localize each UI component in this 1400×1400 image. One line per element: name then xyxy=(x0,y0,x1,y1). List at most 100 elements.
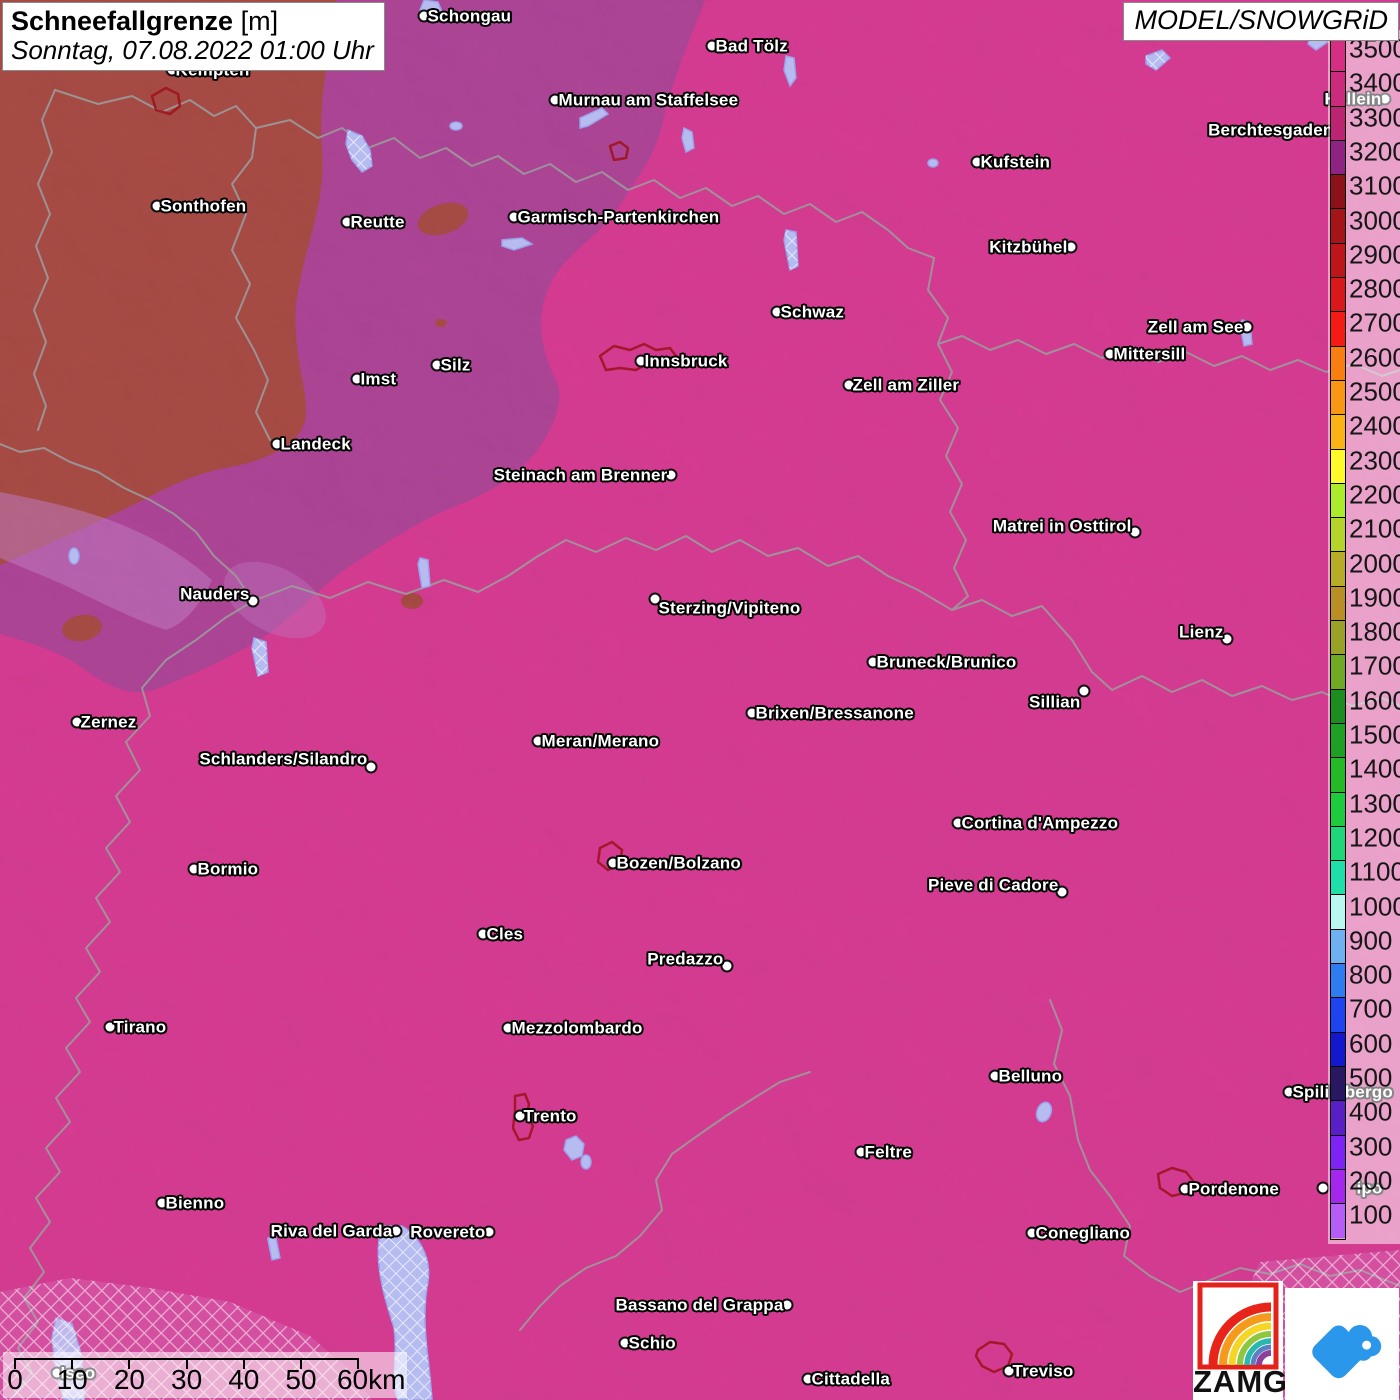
city-marker: Feltre xyxy=(855,1146,868,1159)
scalebar-label: 0 xyxy=(7,1364,23,1396)
colorbar-band xyxy=(1331,1067,1345,1101)
city-marker: Tirano xyxy=(104,1021,117,1034)
city-marker: Sterzing/Vipiteno xyxy=(649,593,662,606)
colorbar-band xyxy=(1331,1170,1345,1204)
scalebar-label: 40 xyxy=(228,1364,259,1396)
colorbar-band xyxy=(1331,1204,1345,1238)
colorbar-band xyxy=(1331,415,1345,449)
city-marker: Innsbruck xyxy=(635,355,648,368)
colorbar-label: 2200 xyxy=(1349,479,1400,510)
city-marker: Murnau am Staffelsee xyxy=(549,94,562,107)
city-label: Schwaz xyxy=(781,302,845,322)
city-label: Mezzolombardo xyxy=(512,1018,643,1038)
colorbar-label: 2600 xyxy=(1349,342,1400,373)
city-label: Kufstein xyxy=(981,152,1051,172)
city-label: Lienz xyxy=(1179,622,1223,642)
colorbar-label: 2400 xyxy=(1349,411,1400,442)
city-label: Treviso xyxy=(1013,1361,1074,1381)
city-label: Reutte xyxy=(351,212,405,232)
colorbar-band xyxy=(1331,895,1345,929)
city-marker: Reutte xyxy=(341,216,354,229)
colorbar-label: 2900 xyxy=(1349,239,1400,270)
colorbar-band xyxy=(1331,244,1345,278)
colorbar-band xyxy=(1331,450,1345,484)
colorbar-band xyxy=(1331,793,1345,827)
city-label: Imst xyxy=(361,369,397,389)
colorbar-band xyxy=(1331,724,1345,758)
city-marker: Pieve di Cadore xyxy=(1056,886,1069,899)
city-marker: Cles xyxy=(477,928,490,941)
snowgrid-map: SchongauBad TölzKemptenMurnau am Staffel… xyxy=(0,0,1400,1400)
city-marker: Zernez xyxy=(71,716,84,729)
colorbar-band xyxy=(1331,655,1345,689)
city-marker: Zell am See xyxy=(1241,321,1254,334)
city-label: Meran/Merano xyxy=(542,731,660,751)
city-marker: Silz xyxy=(431,359,444,372)
city-marker: Lienz xyxy=(1221,633,1234,646)
city-label: Bormio xyxy=(198,859,259,879)
city-label: Berchtesgaden xyxy=(1208,120,1333,140)
city-marker: Kufstein xyxy=(971,156,984,169)
city-marker: Spilimbergo xyxy=(1283,1086,1296,1099)
zamg-wordmark: ZAMG xyxy=(1193,1364,1283,1400)
colorbar-band xyxy=(1331,1033,1345,1067)
city-label: Trento xyxy=(524,1106,577,1126)
colorbar-band xyxy=(1331,758,1345,792)
colorbar-band xyxy=(1331,209,1345,243)
colorbar-label: 3200 xyxy=(1349,136,1400,167)
colorbar-label: 3400 xyxy=(1349,68,1400,99)
map-title: Schneefallgrenze [m] xyxy=(11,6,374,36)
city-label: Cortina d'Ampezzo xyxy=(962,813,1119,833)
city-label: Pordenone xyxy=(1189,1179,1280,1199)
city-label: Riva del Garda xyxy=(271,1221,393,1241)
colorbar-label: 2500 xyxy=(1349,377,1400,408)
city-label: Matrei in Osttirol xyxy=(993,516,1132,536)
city-label: Landeck xyxy=(281,434,351,454)
city-label: Sillian xyxy=(1029,692,1080,712)
colorbar-label: 300 xyxy=(1349,1131,1392,1162)
colorbar-band xyxy=(1331,1136,1345,1170)
colorbar-label: 1000 xyxy=(1349,891,1400,922)
city-label: Silz xyxy=(441,355,471,375)
colorbar-band xyxy=(1331,175,1345,209)
colorbar-label: 200 xyxy=(1349,1165,1392,1196)
city-marker: Garmisch-Partenkirchen xyxy=(508,211,521,224)
scalebar-label: 10 xyxy=(57,1364,88,1396)
colorbar-band xyxy=(1331,964,1345,998)
city-label: Pieve di Cadore xyxy=(928,875,1059,895)
colorbar-label: 700 xyxy=(1349,994,1392,1025)
colorbar-label: 1600 xyxy=(1349,685,1400,716)
city-label: Predazzo xyxy=(647,949,723,969)
city-label: Bruneck/Brunico xyxy=(877,652,1017,672)
map-datetime: Sonntag, 07.08.2022 01:00 Uhr xyxy=(11,36,374,65)
city-label: Bozen/Bolzano xyxy=(617,853,741,873)
city-marker: Schwaz xyxy=(771,306,784,319)
colorbar-band xyxy=(1331,861,1345,895)
city-marker: Mezzolombardo xyxy=(502,1022,515,1035)
colorbar-label: 3000 xyxy=(1349,205,1400,236)
city-label: Brixen/Bressanone xyxy=(756,703,914,723)
city-marker: Zell am Ziller xyxy=(843,379,856,392)
city-label: Steinach am Brenner xyxy=(494,465,668,485)
city-marker: Bormio xyxy=(188,863,201,876)
colorbar-band xyxy=(1331,141,1345,175)
city-label: Murnau am Staffelsee xyxy=(559,90,739,110)
colorbar-label: 1900 xyxy=(1349,582,1400,613)
city-label: Sonthofen xyxy=(161,196,247,216)
colorbar-band xyxy=(1331,621,1345,655)
colorbar xyxy=(1330,37,1346,1240)
city-marker: Bozen/Bolzano xyxy=(607,857,620,870)
colorbar-label: 2800 xyxy=(1349,274,1400,305)
city-marker: Bienno xyxy=(156,1197,169,1210)
colorbar-label: 3300 xyxy=(1349,102,1400,133)
colorbar-label: 600 xyxy=(1349,1028,1392,1059)
scalebar-label: 30 xyxy=(171,1364,202,1396)
mountain-logo-icon xyxy=(1285,1288,1399,1400)
city-label: Sterzing/Vipiteno xyxy=(659,598,801,618)
city-label: Mittersill xyxy=(1114,344,1186,364)
model-label: MODEL/SNOWGRiD xyxy=(1123,2,1399,41)
colorbar-band xyxy=(1331,930,1345,964)
city-marker: Trento xyxy=(514,1110,527,1123)
colorbar-label: 1200 xyxy=(1349,822,1400,853)
colorbar-label: 1100 xyxy=(1349,857,1400,888)
